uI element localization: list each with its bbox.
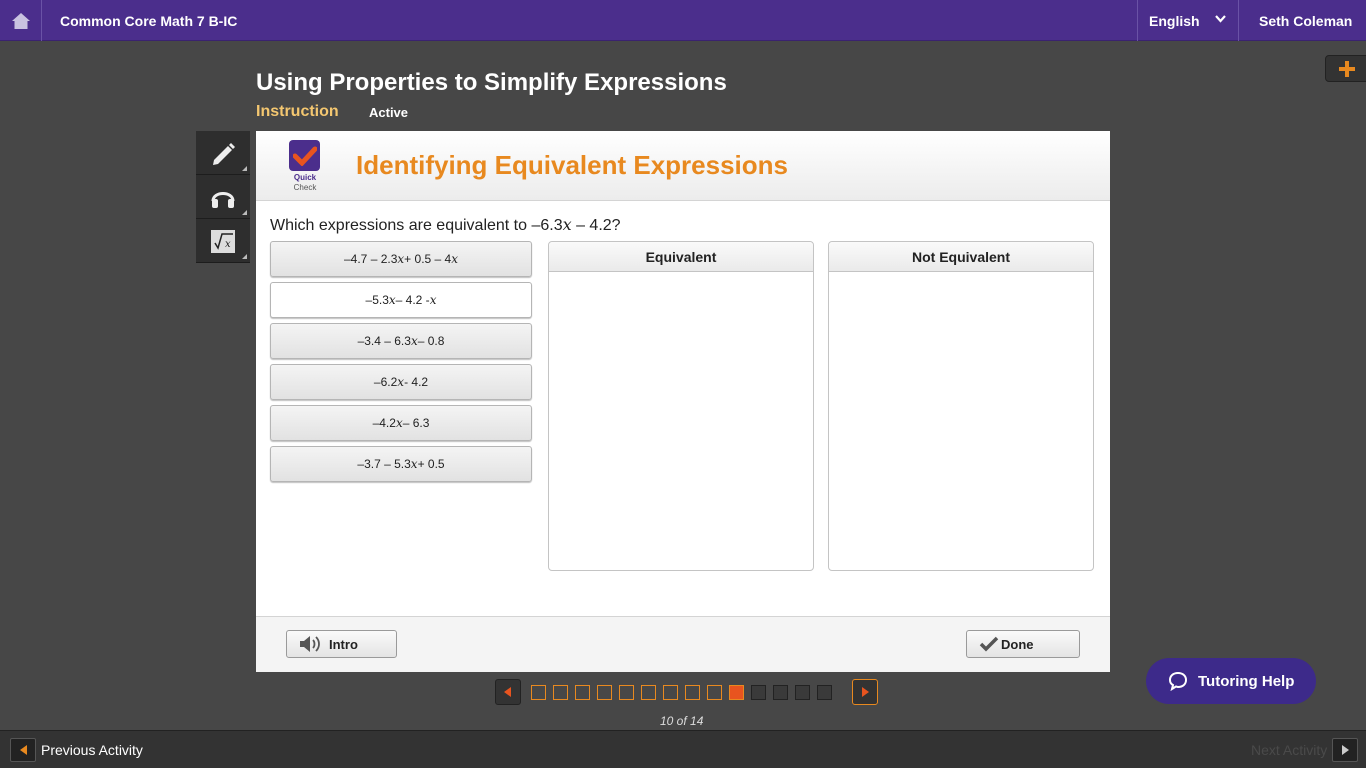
user-name[interactable]: Seth Coleman (1259, 13, 1352, 29)
logo-line2: Check (293, 183, 317, 192)
activity-status: Active (369, 105, 409, 120)
previous-activity-label: Previous Activity (41, 742, 143, 758)
question-variable: x (562, 215, 572, 234)
not-equivalent-drop-zone[interactable]: Not Equivalent (828, 241, 1094, 571)
not-equivalent-header: Not Equivalent (829, 242, 1093, 272)
pager-question-1[interactable] (531, 684, 546, 700)
done-label: Done (1001, 636, 1034, 652)
pager-question-13[interactable] (795, 684, 810, 700)
pager-dots (531, 684, 839, 700)
pager-question-2[interactable] (553, 684, 568, 700)
pager-question-10[interactable] (729, 684, 744, 700)
language-select[interactable]: English (1137, 0, 1239, 41)
svg-text:x: x (225, 239, 231, 250)
panel-footer: Intro Done (256, 616, 1110, 672)
pager-question-5[interactable] (619, 684, 634, 700)
tool-corner (242, 166, 247, 171)
pencil-tool-button[interactable] (196, 131, 250, 175)
draggable-option[interactable]: –4.7 – 2.3 x + 0.5 – 4x (270, 241, 532, 277)
activity-panel: Quick Check Identifying Equivalent Expre… (256, 131, 1110, 672)
chevron-down-icon (1215, 15, 1226, 23)
next-activity-button[interactable]: Next Activity (1251, 738, 1359, 762)
logo-line1: Quick (293, 173, 317, 182)
panel-title: Identifying Equivalent Expressions (356, 150, 788, 180)
next-arrow (1332, 738, 1359, 762)
previous-arrow (10, 738, 36, 762)
pager-next-button[interactable] (852, 679, 878, 705)
course-title[interactable]: Common Core Math 7 B-IC (60, 13, 237, 29)
question-text: Which expressions are equivalent to –6.3… (270, 215, 621, 235)
pager-prev-button[interactable] (495, 679, 521, 705)
arrow-right-icon (862, 687, 869, 697)
pager-question-3[interactable] (575, 684, 590, 700)
equivalent-header: Equivalent (549, 242, 813, 272)
pager-question-6[interactable] (641, 684, 656, 700)
formula-icon: x (211, 229, 235, 253)
next-activity-label: Next Activity (1251, 742, 1328, 758)
draggable-option[interactable]: –4.2 x – 6.3 (270, 405, 532, 441)
answer-options: –4.7 – 2.3 x + 0.5 – 4x –5.3 x – 4.2 - x –… (270, 241, 532, 487)
top-bar: Common Core Math 7 B-IC English Seth Col… (0, 0, 1366, 41)
pager-question-14[interactable] (817, 684, 832, 700)
quick-check-logo: Quick Check (289, 140, 321, 192)
tool-palette: x (196, 131, 250, 263)
previous-activity-button[interactable]: Previous Activity (10, 738, 143, 762)
tutoring-help-button[interactable]: Tutoring Help (1146, 658, 1316, 704)
pager-question-7[interactable] (663, 684, 678, 700)
formula-tool-button[interactable]: x (196, 219, 250, 263)
panel-header: Quick Check Identifying Equivalent Expre… (256, 131, 1110, 201)
draggable-option[interactable]: –3.7 – 5.3 x + 0.5 (270, 446, 532, 482)
pager-question-12[interactable] (773, 684, 788, 700)
audio-tool-button[interactable] (196, 175, 250, 219)
plus-icon (1339, 60, 1355, 77)
question-pager (495, 679, 878, 705)
home-icon (11, 12, 30, 29)
bottom-bar: Previous Activity Next Activity (0, 730, 1366, 768)
check-icon (979, 636, 999, 652)
tab-instruction[interactable]: Instruction (256, 103, 339, 121)
done-button[interactable]: Done (966, 630, 1080, 658)
draggable-option[interactable]: –3.4 – 6.3 x – 0.8 (270, 323, 532, 359)
language-label: English (1149, 12, 1200, 29)
draggable-option[interactable]: –6.2 x - 4.2 (270, 364, 532, 400)
expand-button[interactable] (1325, 55, 1366, 82)
draggable-option[interactable]: –5.3 x – 4.2 - x (270, 282, 532, 318)
equivalent-drop-zone[interactable]: Equivalent (548, 241, 814, 571)
intro-button[interactable]: Intro (286, 630, 397, 658)
pager-count: 10 of 14 (660, 714, 704, 728)
pager-question-9[interactable] (707, 684, 722, 700)
pager-question-8[interactable] (685, 684, 700, 700)
checkmark-icon (289, 140, 320, 171)
speaker-icon (300, 636, 320, 652)
question-suffix: – 4.2? (571, 217, 621, 234)
tool-corner (242, 254, 247, 259)
arrow-left-icon (19, 745, 27, 755)
headphones-icon (211, 191, 235, 208)
chat-bubble-icon (1168, 671, 1188, 691)
lesson-title: Using Properties to Simplify Expressions (256, 69, 727, 96)
question-prefix: Which expressions are equivalent to –6.3 (270, 217, 563, 234)
pencil-icon (213, 142, 235, 165)
arrow-left-icon (504, 687, 511, 697)
home-button[interactable] (0, 0, 42, 41)
pager-question-4[interactable] (597, 684, 612, 700)
tutoring-label: Tutoring Help (1198, 672, 1295, 690)
pager-question-11[interactable] (751, 684, 766, 700)
arrow-right-icon (1341, 745, 1349, 755)
tool-corner (242, 210, 247, 215)
intro-label: Intro (329, 636, 358, 652)
